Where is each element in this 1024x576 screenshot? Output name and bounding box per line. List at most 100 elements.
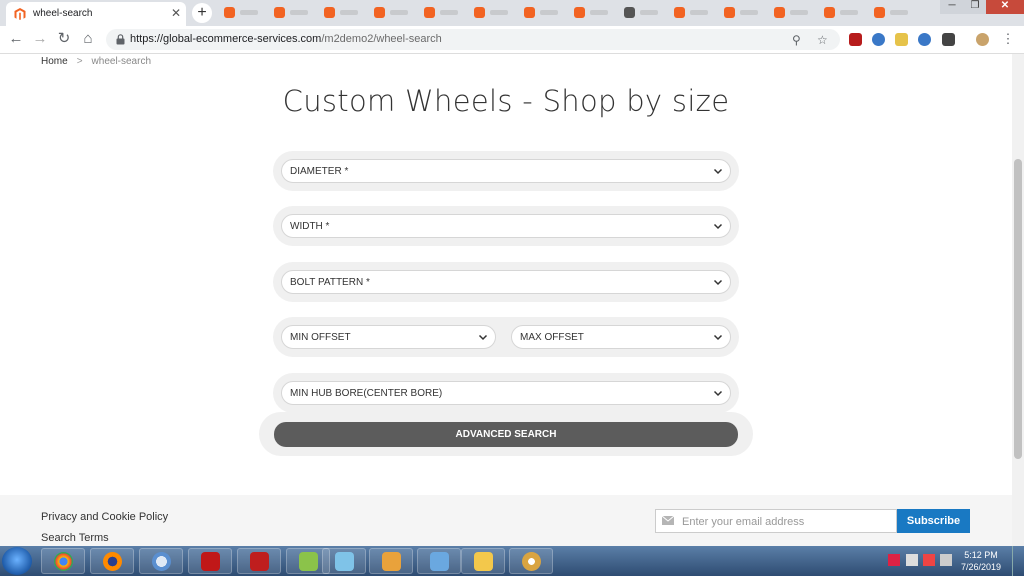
tab-title-placeholder	[790, 10, 808, 15]
bolt-pattern-select[interactable]: BOLT PATTERN *	[281, 270, 731, 294]
forward-icon[interactable]: →	[31, 30, 49, 48]
taskbar-filezilla[interactable]	[237, 548, 281, 574]
firefox-icon	[103, 552, 122, 571]
close-window-button[interactable]: ✕	[986, 0, 1024, 14]
restore-button[interactable]: ❐	[964, 0, 986, 14]
taskbar-chrome[interactable]	[41, 548, 85, 574]
min-offset-label: MIN OFFSET	[290, 332, 351, 343]
system-clock[interactable]: 5:12 PM 7/26/2019	[956, 549, 1006, 573]
privacy-policy-link[interactable]: Privacy and Cookie Policy	[41, 511, 168, 523]
chevron-down-icon	[713, 390, 723, 397]
tab-title-placeholder	[390, 10, 408, 15]
network-icon[interactable]	[940, 554, 952, 566]
chevron-down-icon	[713, 223, 723, 230]
home-icon[interactable]: ⌂	[79, 30, 97, 48]
background-tab[interactable]	[568, 5, 612, 21]
background-tab[interactable]	[618, 5, 662, 21]
background-tab[interactable]	[368, 5, 412, 21]
taskbar-app[interactable]	[322, 548, 366, 574]
action-center-icon[interactable]	[923, 554, 935, 566]
profile-avatar[interactable]	[976, 33, 989, 46]
close-tab-icon[interactable]: ✕	[171, 6, 181, 20]
shield-extension-icon[interactable]	[942, 33, 955, 46]
notes-extension-icon[interactable]	[895, 33, 908, 46]
magento-icon	[14, 8, 26, 20]
tab-title-placeholder	[890, 10, 908, 15]
volume-muted-icon[interactable]	[888, 554, 900, 566]
background-tab[interactable]	[768, 5, 812, 21]
bookmark-star-icon[interactable]: ☆	[817, 33, 828, 47]
menu-icon[interactable]: ⋮	[999, 30, 1017, 48]
hub-bore-label: MIN HUB BORE(CENTER BORE)	[290, 388, 443, 399]
start-button[interactable]	[2, 547, 32, 575]
hub-bore-select[interactable]: MIN HUB BORE(CENTER BORE)	[281, 381, 731, 405]
background-tab[interactable]	[868, 5, 912, 21]
show-desktop-button[interactable]	[1012, 546, 1024, 576]
screen-icon	[430, 552, 449, 571]
speaker-icon[interactable]	[906, 554, 918, 566]
minimize-button[interactable]: ─	[940, 0, 964, 14]
chevron-down-icon	[713, 279, 723, 286]
background-tab[interactable]	[218, 5, 262, 21]
width-label: WIDTH *	[290, 221, 330, 232]
paint-icon	[522, 552, 541, 571]
width-field-wrap: WIDTH *	[273, 206, 739, 246]
chrome-icon	[54, 552, 73, 571]
background-tab[interactable]	[468, 5, 512, 21]
breadcrumb-separator: >	[76, 56, 83, 67]
magento-icon	[724, 7, 735, 18]
width-select[interactable]: WIDTH *	[281, 214, 731, 238]
taskbar-firefox[interactable]	[90, 548, 134, 574]
key-icon[interactable]: ⚲	[792, 33, 801, 47]
folder-icon	[474, 552, 493, 571]
taskbar-screen[interactable]	[417, 548, 461, 574]
subscribe-button[interactable]: Subscribe	[897, 509, 970, 533]
taskbar-mcafee[interactable]	[188, 548, 232, 574]
clock-time: 5:12 PM	[964, 550, 998, 560]
back-icon[interactable]: ←	[7, 30, 25, 48]
tab-strip: wheel-search ✕ + ─ ❐ ✕	[0, 0, 1024, 26]
page-scrollbar[interactable]	[1012, 54, 1024, 546]
taskbar-transfer[interactable]	[369, 548, 413, 574]
magento-icon	[824, 7, 835, 18]
min-offset-select[interactable]: MIN OFFSET	[281, 325, 496, 349]
taskbar-safari[interactable]	[139, 548, 183, 574]
page-content: Home > wheel-search Custom Wheels - Shop b…	[0, 54, 1012, 546]
url-text: https://global-ecommerce-services.com/m2…	[130, 33, 442, 45]
taskbar-paint[interactable]	[509, 548, 553, 574]
extension-globe-icon[interactable]	[872, 33, 885, 46]
magento-icon	[774, 7, 785, 18]
tab-wheel-search[interactable]: wheel-search ✕	[6, 2, 186, 26]
breadcrumb-home[interactable]: Home	[41, 56, 68, 67]
address-bar[interactable]: https://global-ecommerce-services.com/m2…	[106, 29, 840, 50]
chevron-down-icon	[478, 334, 488, 341]
scrollbar-thumb[interactable]	[1014, 159, 1022, 459]
tab-title-placeholder	[240, 10, 258, 15]
reload-icon[interactable]: ↻	[55, 30, 73, 48]
pdf-extension-icon[interactable]	[849, 33, 862, 46]
newsletter-email-input[interactable]: Enter your email address	[655, 509, 897, 533]
max-offset-select[interactable]: MAX OFFSET	[511, 325, 731, 349]
chevron-down-icon	[713, 334, 723, 341]
chevron-down-icon	[713, 168, 723, 175]
envelope-icon	[662, 516, 674, 525]
background-tab[interactable]	[268, 5, 312, 21]
clock-date: 7/26/2019	[960, 562, 1002, 572]
transfer-icon	[382, 552, 401, 571]
background-tab[interactable]	[668, 5, 712, 21]
background-tab[interactable]	[518, 5, 562, 21]
extension-globe-icon[interactable]	[918, 33, 931, 46]
taskbar-explorer[interactable]	[461, 548, 505, 574]
magento-icon	[874, 7, 885, 18]
diameter-select[interactable]: DIAMETER *	[281, 159, 731, 183]
background-tab[interactable]	[318, 5, 362, 21]
search-terms-link[interactable]: Search Terms	[41, 532, 109, 544]
new-tab-button[interactable]: +	[192, 3, 212, 23]
background-tab[interactable]	[418, 5, 462, 21]
advanced-search-button[interactable]: ADVANCED SEARCH	[274, 422, 738, 447]
breadcrumb: Home > wheel-search	[41, 56, 151, 67]
mcafee-icon	[201, 552, 220, 571]
background-tab[interactable]	[718, 5, 762, 21]
tab-title-placeholder	[640, 10, 658, 15]
background-tab[interactable]	[818, 5, 862, 21]
